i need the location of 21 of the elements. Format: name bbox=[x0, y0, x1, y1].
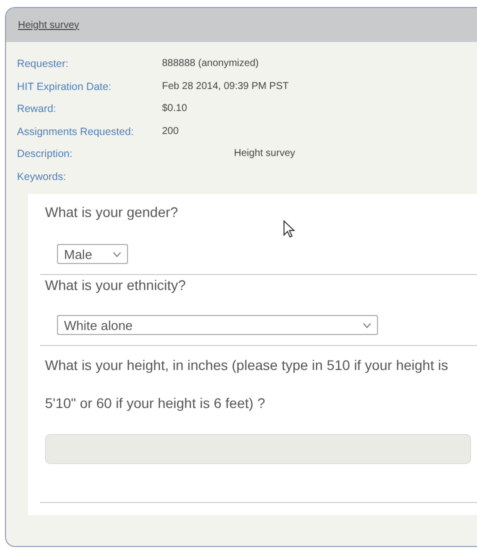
caret-icon bbox=[363, 322, 371, 328]
question-text: What is your ethnicity? bbox=[45, 276, 187, 295]
detail-value: $0.10 bbox=[162, 102, 188, 116]
panel-title[interactable]: Height survey bbox=[18, 20, 80, 30]
detail-label: Keywords: bbox=[17, 170, 68, 184]
detail-label: Description: bbox=[17, 147, 74, 162]
detail-value: 200 bbox=[162, 124, 180, 138]
detail-label: Requester: bbox=[17, 57, 70, 72]
answer-field[interactable] bbox=[45, 434, 471, 464]
question-text: What is your height, in inches (please type in 510 if your height is 5'10" or 60 if your height is 6 feet) ? bbox=[45, 356, 450, 413]
detail-label: Reward: bbox=[17, 102, 58, 117]
dropdown[interactable]: Male bbox=[57, 244, 128, 264]
dropdown[interactable]: White alone bbox=[57, 315, 378, 335]
mouse-pointer-icon bbox=[283, 220, 295, 238]
detail-value: Height survey bbox=[233, 147, 296, 161]
caret-icon bbox=[113, 252, 121, 256]
detail-value: 888888 (anonymized) bbox=[162, 57, 260, 71]
question-text: What is your gender? bbox=[45, 203, 180, 222]
detail-label: HIT Expiration Date: bbox=[17, 80, 112, 94]
detail-value: Feb 28 2014, 09:39 PM PST bbox=[162, 80, 290, 94]
detail-label: Assignments Requested: bbox=[17, 124, 135, 140]
